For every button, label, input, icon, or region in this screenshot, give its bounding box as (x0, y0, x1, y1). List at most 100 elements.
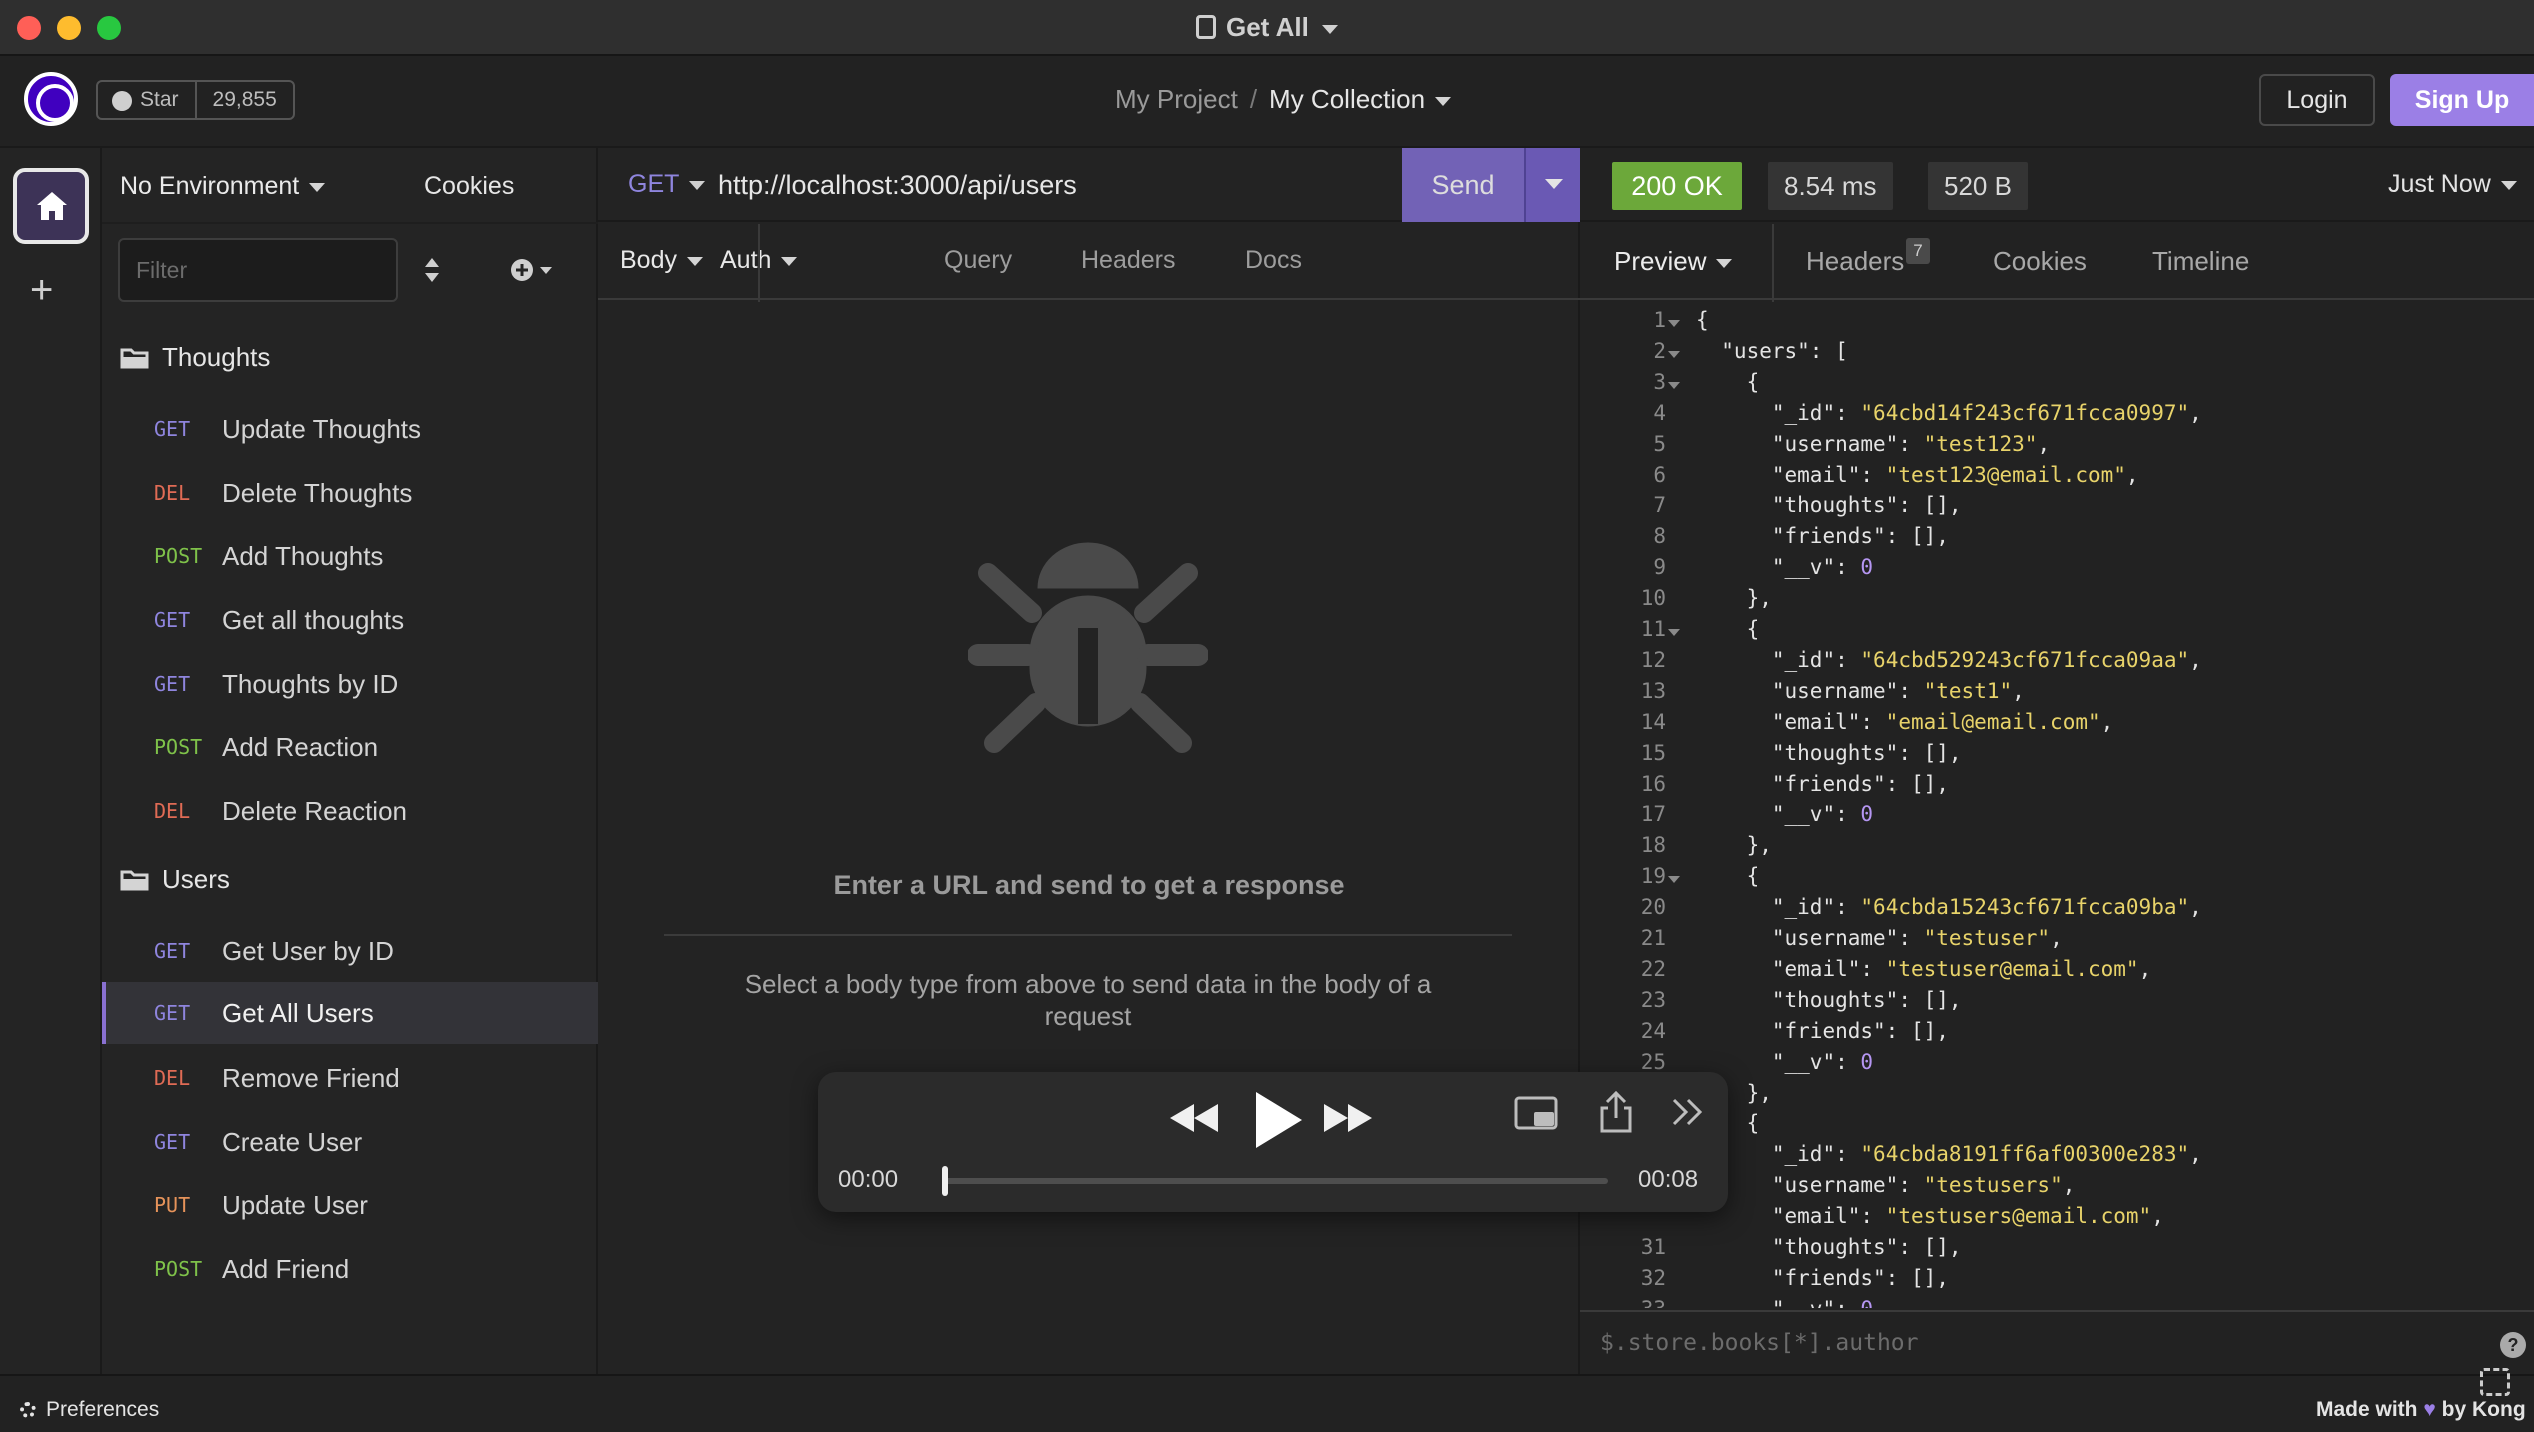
code-text: "_id": "64cbda15243cf671fcca09ba", (1696, 895, 2202, 920)
code-text: "__v": 0 (1696, 1297, 1873, 1308)
request-item[interactable]: GET Thoughts by ID (102, 653, 598, 715)
folder-icon (120, 348, 149, 368)
request-item[interactable]: POST Add Friend (102, 1238, 598, 1300)
send-options-button[interactable] (1524, 148, 1580, 222)
request-item[interactable]: POST Add Reaction (102, 716, 598, 778)
add-circle-icon[interactable] (510, 258, 556, 282)
url-input[interactable]: http://localhost:3000/api/users (718, 170, 1077, 201)
method-badge: POST (154, 735, 203, 759)
cookies-button[interactable]: Cookies (424, 172, 514, 201)
request-item[interactable]: GET Get User by ID (102, 920, 598, 982)
request-item[interactable]: GET Create User (102, 1111, 598, 1173)
login-button[interactable]: Login (2259, 74, 2375, 126)
window-title[interactable]: Get All (0, 12, 2534, 43)
http-method-select[interactable]: GET (628, 170, 706, 199)
github-star-button[interactable]: Star 29,855 (96, 80, 295, 120)
code-text: "username": "test123", (1696, 431, 2051, 456)
folder-users[interactable]: Users (120, 864, 230, 895)
add-workspace-icon[interactable]: + (30, 268, 53, 313)
method-badge: POST (154, 544, 203, 568)
code-text: "username": "testusers", (1696, 1173, 2076, 1198)
signup-button[interactable]: Sign Up (2390, 74, 2534, 126)
response-tabs: Preview Headers Cookies Timeline (1580, 222, 2534, 300)
seek-handle[interactable] (942, 1166, 948, 1196)
code-line: 2 "users": [ (1580, 339, 2534, 370)
tab-preview[interactable]: Preview (1614, 246, 1733, 277)
tab-divider (758, 224, 760, 302)
code-line: 16 "friends": [], (1580, 772, 2534, 803)
tab-timeline[interactable]: Timeline (2152, 246, 2249, 277)
line-number: 23 (1640, 987, 1666, 1012)
play-icon[interactable] (1250, 1090, 1306, 1150)
line-number: 16 (1640, 771, 1666, 796)
github-icon (112, 91, 132, 111)
home-button[interactable] (13, 168, 89, 244)
fold-toggle-icon[interactable] (1668, 350, 1680, 358)
made-with-credit[interactable]: Made with ♥ by Kong (2316, 1398, 2526, 1422)
code-line: 24 "friends": [], (1580, 1019, 2534, 1050)
request-item[interactable]: DEL Delete Reaction (102, 780, 598, 842)
picture-in-picture-icon[interactable] (1514, 1096, 1558, 1132)
request-item[interactable]: DEL Delete Thoughts (102, 462, 598, 524)
preferences-button[interactable]: Preferences (20, 1398, 159, 1422)
code-text: "friends": [], (1696, 1018, 1949, 1043)
code-text: "thoughts": [], (1696, 1235, 1962, 1259)
tab-response-cookies[interactable]: Cookies (1993, 246, 2087, 277)
scan-icon[interactable] (2480, 1368, 2510, 1396)
star-label: Star (140, 88, 179, 111)
folder-thoughts[interactable]: Thoughts (120, 342, 270, 373)
request-item[interactable]: PUT Update User (102, 1174, 598, 1236)
code-line: "email": "testusers@email.com", (1580, 1204, 2534, 1235)
code-line: 8 "friends": [], (1580, 524, 2534, 555)
seek-bar[interactable] (942, 1178, 1608, 1184)
divider (664, 934, 1512, 936)
code-line: 14 "email": "email@email.com", (1580, 710, 2534, 741)
more-icon[interactable] (1670, 1094, 1706, 1130)
breadcrumb-collection[interactable]: My Collection (1269, 84, 1452, 115)
request-item[interactable]: DEL Remove Friend (102, 1047, 598, 1109)
fold-toggle-icon[interactable] (1668, 876, 1680, 884)
code-text: "users": [ (1696, 338, 1848, 363)
request-item[interactable]: GET Get all thoughts (102, 589, 598, 651)
tab-response-headers[interactable]: Headers (1806, 246, 1904, 277)
chevron-down-icon (1716, 258, 1733, 268)
fold-toggle-icon[interactable] (1668, 320, 1680, 327)
document-icon (1195, 15, 1216, 39)
share-icon[interactable] (1598, 1090, 1634, 1134)
line-number: 9 (1653, 555, 1666, 580)
code-text: "__v": 0 (1696, 802, 1874, 827)
code-line: 4 "_id": "64cbd14f243cf671fcca0997", (1580, 401, 2534, 432)
request-item-active[interactable]: GET Get All Users (102, 982, 598, 1044)
rewind-icon[interactable] (1168, 1102, 1220, 1134)
send-button[interactable]: Send (1402, 148, 1524, 222)
app-logo[interactable] (24, 72, 78, 126)
request-name: Add Reaction (222, 731, 379, 762)
code-line: 9 "__v": 0 (1580, 555, 2534, 586)
request-item[interactable]: GET Update Thoughts (102, 398, 598, 460)
help-icon[interactable]: ? (2500, 1332, 2526, 1358)
code-line: 20 "_id": "64cbda15243cf671fcca09ba", (1580, 895, 2534, 926)
tab-docs[interactable]: Docs (1245, 246, 1302, 275)
response-history-select[interactable]: Just Now (2388, 170, 2517, 199)
fold-toggle-icon[interactable] (1668, 381, 1680, 389)
line-number: 32 (1640, 1265, 1666, 1290)
tab-query[interactable]: Query (944, 246, 1012, 275)
code-text: }, (1696, 833, 1772, 858)
filter-input[interactable] (118, 238, 398, 302)
breadcrumb-project[interactable]: My Project (1115, 84, 1238, 115)
chevron-down-icon (309, 182, 326, 192)
request-name: Get All Users (222, 997, 374, 1028)
line-number: 1 (1653, 308, 1666, 332)
environment-select[interactable]: No Environment (120, 172, 326, 201)
breadcrumb: My Project / My Collection (1115, 84, 1452, 115)
fold-toggle-icon[interactable] (1668, 629, 1680, 636)
request-item[interactable]: POST Add Thoughts (102, 525, 598, 587)
tab-body[interactable]: Body (620, 246, 703, 275)
tab-headers[interactable]: Headers (1081, 246, 1176, 275)
response-filter-input[interactable] (1600, 1326, 2420, 1360)
home-icon (37, 192, 67, 220)
code-text: "username": "test1", (1696, 678, 2025, 703)
sort-icon[interactable] (422, 256, 442, 284)
fast-forward-icon[interactable] (1322, 1102, 1374, 1134)
method-badge: POST (154, 1257, 203, 1281)
